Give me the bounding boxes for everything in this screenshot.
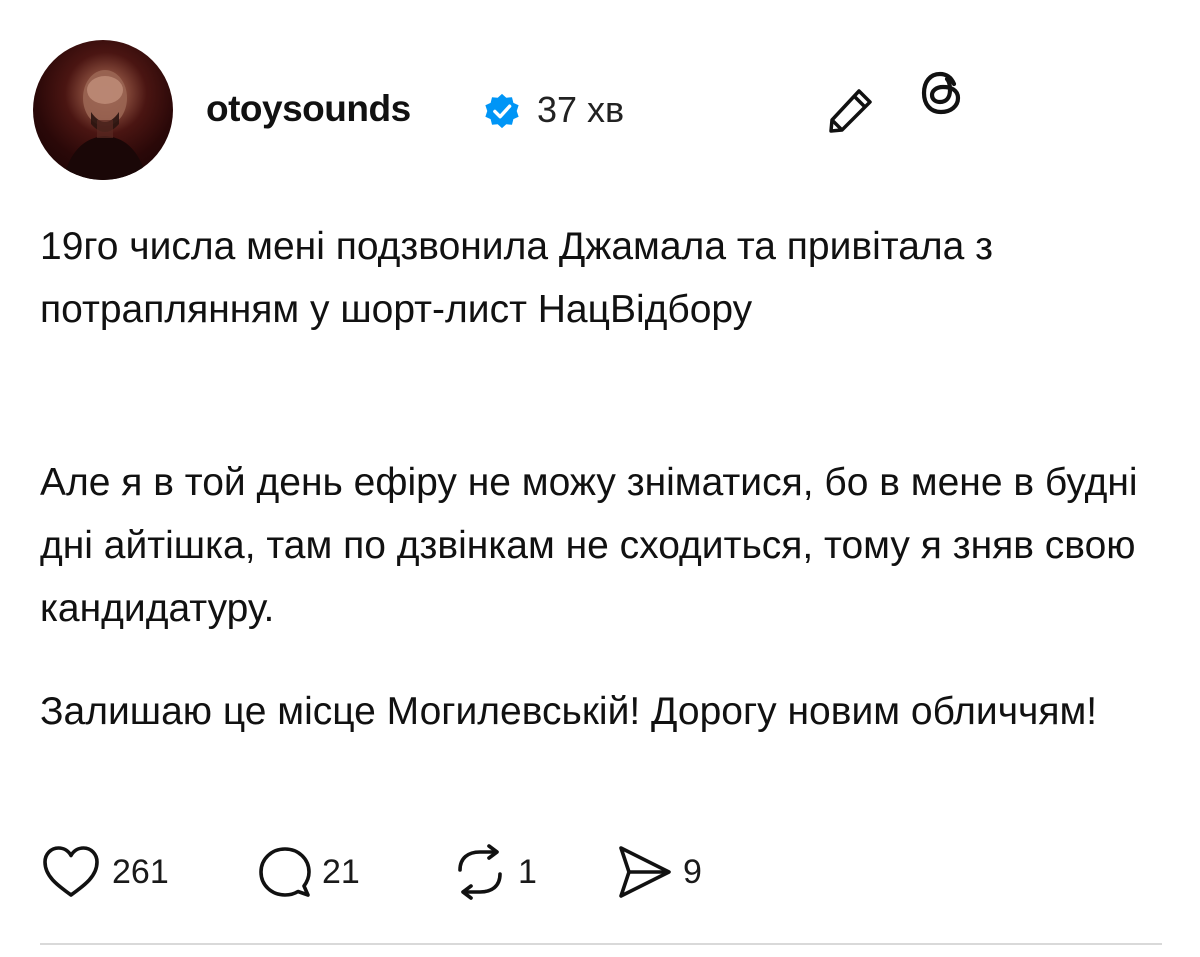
threads-logo-icon[interactable] [916, 67, 968, 119]
reply-count: 21 [322, 853, 360, 891]
verified-badge-icon [485, 93, 519, 129]
speech-bubble-icon [259, 847, 311, 897]
repost-count: 1 [518, 853, 537, 891]
share-count: 9 [683, 853, 702, 891]
avatar[interactable] [33, 40, 173, 180]
share-button[interactable]: 9 [615, 840, 702, 904]
send-arrow-icon [619, 846, 671, 898]
repost-button[interactable]: 1 [452, 840, 537, 904]
username[interactable]: otoysounds [206, 85, 411, 133]
post-paragraph-3: Залишаю це місце Могилевській! Дорогу но… [40, 690, 1098, 733]
reply-button[interactable]: 21 [258, 840, 360, 904]
post-timestamp: 37 хв [537, 89, 625, 130]
pencil-edit-icon[interactable] [826, 85, 876, 135]
post-paragraph-1: 19го числа мені подзвонила Джамала та пр… [40, 225, 994, 331]
repost-arrows-icon [458, 844, 502, 900]
divider [40, 943, 1162, 945]
heart-icon [43, 846, 99, 897]
like-button[interactable]: 261 [40, 840, 169, 904]
threads-post: otoysounds 37 хв 19го числа мені подзвон… [0, 0, 1200, 957]
post-paragraph-2: Але я в той день ефіру не можу зніматися… [40, 461, 1138, 630]
like-count: 261 [112, 853, 169, 891]
